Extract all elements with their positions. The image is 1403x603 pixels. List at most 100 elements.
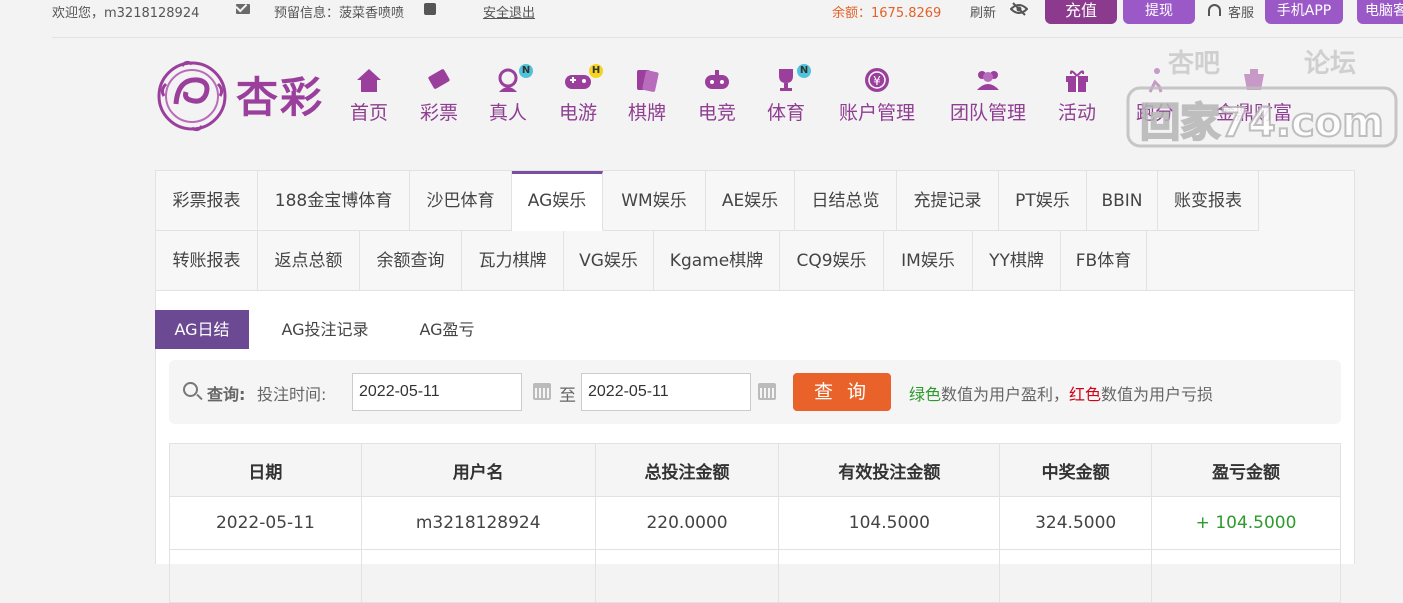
logout-link[interactable]: 安全退出: [483, 2, 535, 21]
nav-home[interactable]: 首页: [349, 66, 389, 125]
tab-im[interactable]: IM娱乐: [884, 231, 973, 291]
nav-slots[interactable]: H 电游: [558, 64, 603, 125]
cell-winnings: [999, 549, 1153, 603]
color-legend: 绿色数值为用户盈利，红色数值为用户亏损: [909, 381, 1213, 405]
query-button[interactable]: 查 询: [793, 373, 891, 411]
reserve-info: 预留信息：菠菜香喷喷: [274, 6, 405, 21]
hot-badge: H: [589, 64, 603, 78]
header-divider: [52, 37, 1403, 38]
watermark-line1: 杏吧: [1168, 49, 1220, 79]
report-tabs: 彩票报表 188金宝博体育 沙巴体育 AG娱乐 WM娱乐 AE娱乐 日结总览 充…: [156, 171, 1354, 291]
yen-coin-icon: ¥: [865, 68, 889, 92]
col-winnings: 中奖金额: [999, 443, 1153, 497]
legend-red: 红色: [1069, 385, 1102, 404]
headset-icon: [1208, 4, 1221, 16]
tab-ae[interactable]: AE娱乐: [706, 171, 795, 231]
cell-total-bet: [594, 549, 780, 603]
tab-wali-chess[interactable]: 瓦力棋牌: [462, 231, 564, 291]
legend-green: 绿色: [909, 385, 942, 404]
nav-esports[interactable]: 电竞: [697, 66, 737, 125]
new-badge: N: [797, 64, 811, 78]
nav-lottery[interactable]: 彩票: [418, 66, 460, 125]
report-panel: 彩票报表 188金宝博体育 沙巴体育 AG娱乐 WM娱乐 AE娱乐 日结总览 充…: [155, 170, 1355, 603]
tab-saba-sports[interactable]: 沙巴体育: [410, 171, 512, 231]
tab-fb-sports[interactable]: FB体育: [1061, 231, 1147, 291]
legend-mid: 数值为用户盈利，: [941, 385, 1070, 404]
team-icon: [977, 71, 999, 90]
logo-emblem-icon: [157, 60, 227, 132]
nav-activity[interactable]: 活动: [1057, 66, 1097, 125]
site-logo[interactable]: 杏彩: [156, 60, 336, 132]
cell-profit-loss: [1151, 549, 1341, 603]
tab-daily-overview[interactable]: 日结总览: [795, 171, 897, 231]
forum-watermark: 杏吧 论坛 回家74.com: [1126, 49, 1398, 148]
cell-valid-bet: 104.5000: [778, 496, 1001, 550]
watermark-line2: 论坛: [1304, 49, 1356, 79]
top-bar: 欢迎您，m3218128924 预留信息：菠菜香喷喷 安全退出 余额：1675.…: [0, 0, 1403, 24]
withdraw-button[interactable]: 提现: [1123, 0, 1195, 24]
cell-winnings: 324.5000: [999, 496, 1153, 550]
query-label: 查询:: [207, 385, 246, 404]
pc-client-button[interactable]: 电脑客: [1357, 0, 1403, 24]
mobile-app-button[interactable]: 手机APP: [1265, 0, 1343, 24]
gift-icon: [1066, 70, 1088, 92]
mail-icon[interactable]: [236, 4, 250, 14]
home-icon: [357, 69, 381, 92]
subtab-ag-profit-loss[interactable]: AG盈亏: [405, 310, 489, 349]
tab-kgame[interactable]: Kgame棋牌: [654, 231, 780, 291]
cell-username: [360, 549, 596, 603]
tab-balance-query[interactable]: 余额查询: [360, 231, 462, 291]
customer-service-link[interactable]: 客服: [1228, 2, 1254, 21]
subtab-ag-daily[interactable]: AG日结: [155, 310, 249, 349]
recharge-button[interactable]: 充值: [1045, 0, 1117, 24]
esports-icon: [705, 70, 729, 89]
watermark-line3: 回家74.com: [1140, 100, 1384, 146]
tab-wm[interactable]: WM娱乐: [603, 171, 706, 231]
col-profit-loss: 盈亏金额: [1151, 443, 1341, 497]
svg-text:¥: ¥: [873, 74, 881, 88]
cell-username: m3218128924: [360, 496, 596, 550]
tab-yy-chess[interactable]: YY棋牌: [973, 231, 1061, 291]
eye-off-icon[interactable]: [1010, 2, 1028, 16]
table-row: [169, 549, 1341, 603]
nav-sports[interactable]: N 体育: [766, 64, 811, 125]
welcome-text: 欢迎您，m3218128924: [52, 6, 200, 21]
tab-188-sports[interactable]: 188金宝博体育: [258, 171, 410, 231]
nav-account[interactable]: ¥ 账户管理: [836, 66, 918, 125]
tab-bbin[interactable]: BBIN: [1087, 171, 1158, 231]
end-date-input[interactable]: 2022-05-11: [581, 373, 751, 411]
subtab-ag-bet-records[interactable]: AG投注记录: [265, 310, 385, 349]
col-date: 日期: [169, 443, 362, 497]
lottery-icon: [428, 69, 450, 89]
query-bar: 查询: 投注时间: 2022-05-11 至 2022-05-11 查 询 绿色…: [169, 360, 1341, 424]
search-icon: [183, 382, 198, 397]
refresh-link[interactable]: 刷新: [970, 2, 996, 21]
tab-lottery-report[interactable]: 彩票报表: [156, 171, 258, 231]
cell-profit-loss: + 104.5000: [1151, 496, 1341, 550]
nav-team[interactable]: 团队管理: [947, 66, 1029, 125]
tab-ag[interactable]: AG娱乐: [512, 171, 603, 231]
col-total-bet: 总投注金额: [594, 443, 780, 497]
legend-end: 数值为用户亏损: [1101, 385, 1214, 404]
cell-total-bet: 220.0000: [594, 496, 780, 550]
tab-vg[interactable]: VG娱乐: [564, 231, 654, 291]
table-row: 2022-05-11 m3218128924 220.0000 104.5000…: [169, 496, 1341, 550]
tab-pt[interactable]: PT娱乐: [999, 171, 1087, 231]
to-label: 至: [559, 386, 576, 406]
balance-text: 余额：1675.8269: [832, 6, 942, 21]
tab-deposit-withdraw[interactable]: 充提记录: [897, 171, 999, 231]
cell-valid-bet: [778, 549, 1001, 603]
nav-cards[interactable]: 棋牌: [627, 66, 667, 125]
calendar-icon[interactable]: [533, 383, 551, 400]
tab-rebate-total[interactable]: 返点总额: [258, 231, 360, 291]
col-username: 用户名: [360, 443, 596, 497]
start-date-input[interactable]: 2022-05-11: [352, 373, 522, 411]
tab-transfer-report[interactable]: 转账报表: [156, 231, 258, 291]
edit-icon[interactable]: [424, 3, 436, 15]
tab-account-change[interactable]: 账变报表: [1158, 171, 1259, 231]
daily-report-table: 日期 用户名 总投注金额 有效投注金额 中奖金额 盈亏金额 2022-05-11…: [169, 443, 1341, 603]
nav-live[interactable]: N 真人: [488, 64, 533, 125]
tab-cq9[interactable]: CQ9娱乐: [780, 231, 884, 291]
calendar-icon[interactable]: [758, 383, 776, 400]
logo-text: 杏彩: [236, 73, 325, 122]
